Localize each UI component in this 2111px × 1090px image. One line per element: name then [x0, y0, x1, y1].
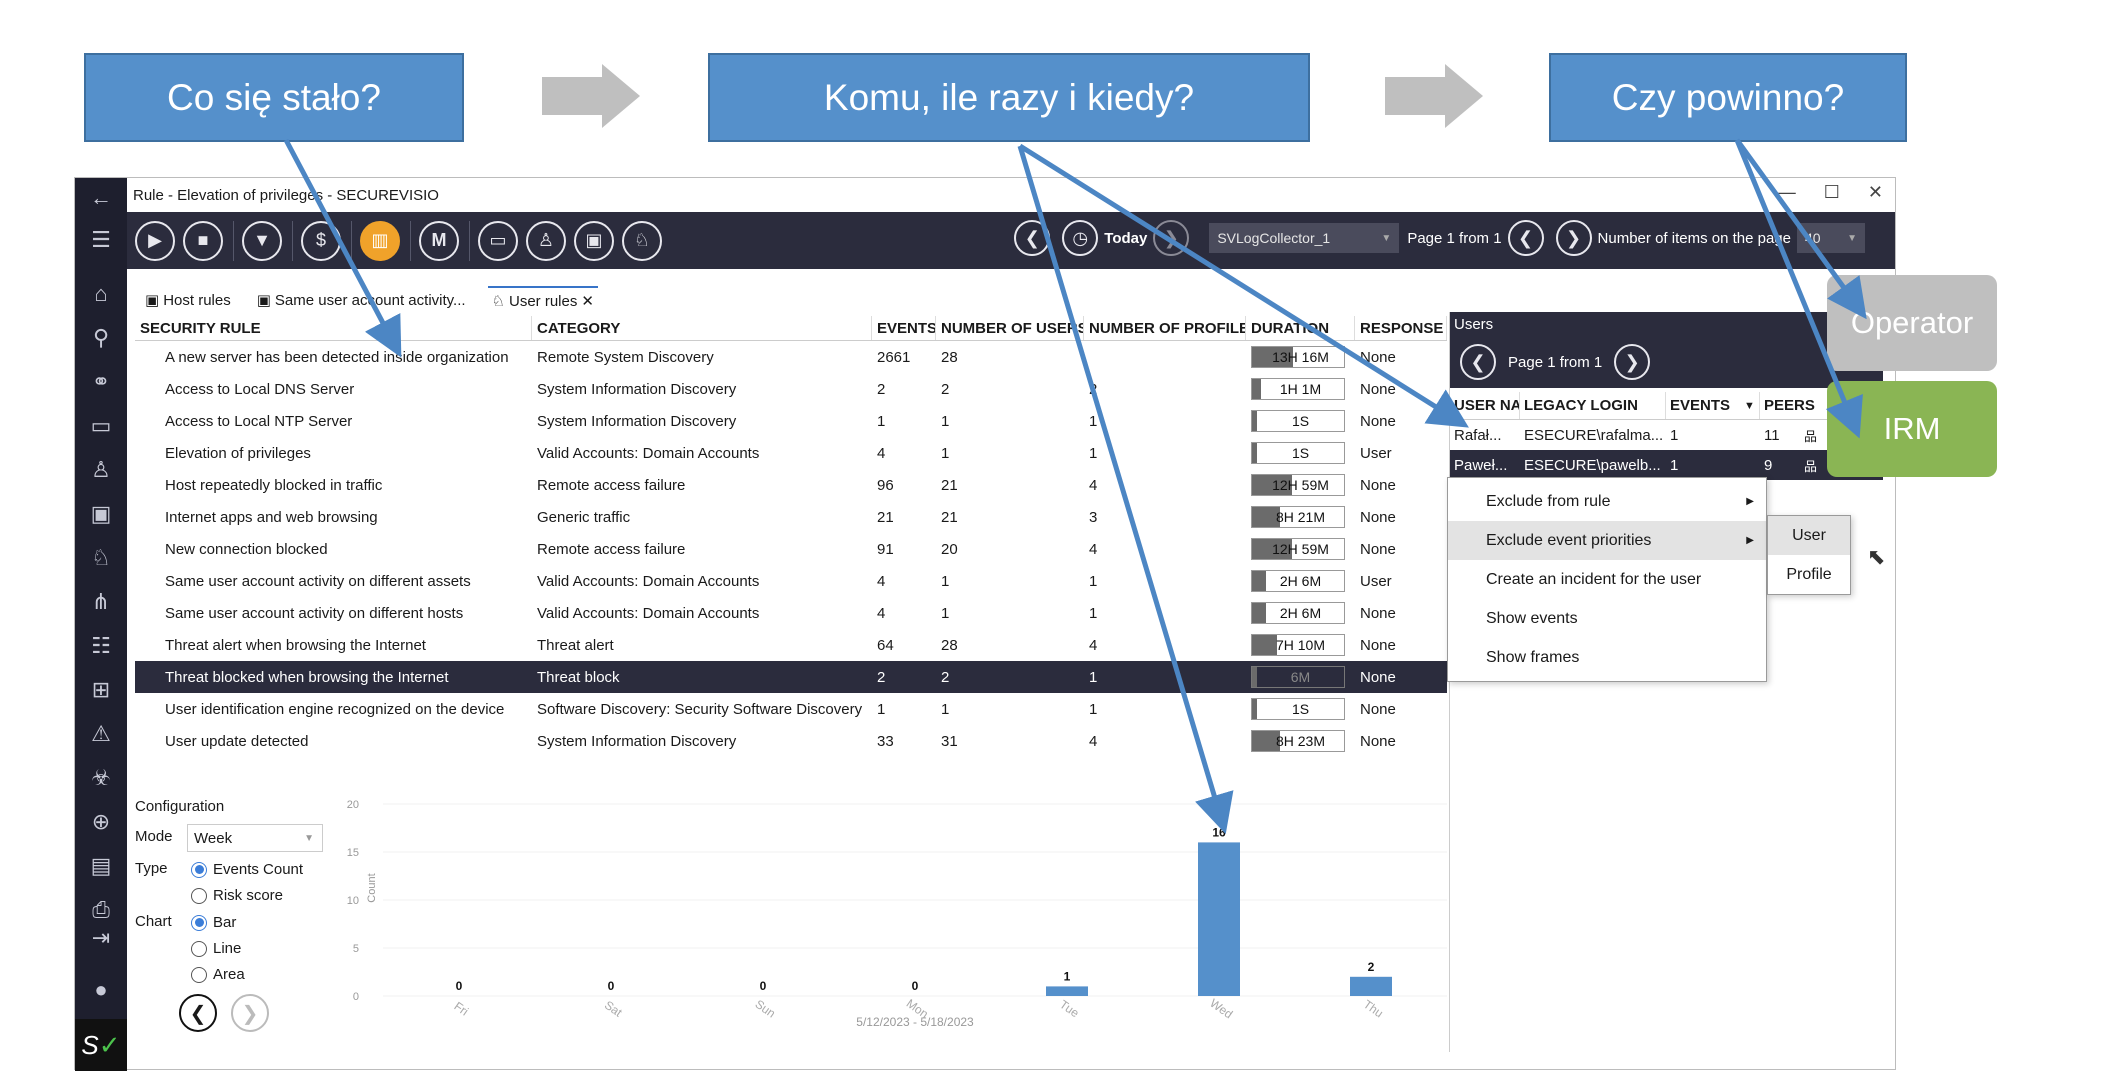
- user-login: ESECURE\rafalma...: [1524, 426, 1664, 444]
- items-per-page-select[interactable]: 40 ▼: [1797, 223, 1865, 253]
- operator-tag: Operator: [1827, 275, 1997, 371]
- context-menu: Exclude from rule ▶ Exclude event priorit…: [1447, 477, 1767, 682]
- x-tick-label: Sun: [753, 997, 779, 1021]
- menu-item-show-frames[interactable]: Show frames: [1448, 638, 1766, 677]
- y-tick-label: 5: [353, 943, 359, 955]
- users-next-page-button[interactable]: ❯: [1614, 344, 1651, 380]
- y-tick-label: 10: [347, 895, 359, 907]
- user-events: 1: [1670, 426, 1679, 444]
- next-page-button[interactable]: ❯: [1555, 220, 1592, 256]
- y-tick-label: 15: [347, 847, 359, 859]
- data-label: 2: [1368, 960, 1375, 974]
- users-previous-page-button[interactable]: ❮: [1460, 344, 1496, 380]
- users-pagination: ❮ Page 1 from 1 ❯: [1450, 336, 1883, 388]
- close-icon[interactable]: ✕: [1868, 182, 1883, 203]
- irm-tag: IRM: [1827, 381, 1997, 477]
- menu-item-exclude-event-priorities[interactable]: Exclude event priorities ▶: [1448, 521, 1766, 560]
- callout-what-happened: Co się stało?: [84, 53, 464, 142]
- user-row[interactable]: Rafał... ESECURE\rafalma... 1 11 品: [1450, 420, 1883, 450]
- chevron-right-icon: ▶: [1746, 535, 1754, 546]
- mouse-cursor-icon: ⬉: [1867, 544, 1886, 569]
- y-tick-label: 20: [347, 799, 359, 811]
- x-tick-label: Tue: [1057, 997, 1082, 1020]
- user-peers: 11: [1764, 426, 1780, 444]
- column-user-name[interactable]: USER NA: [1450, 392, 1520, 419]
- chevron-down-icon: ▼: [1847, 232, 1857, 244]
- items-per-page-label: Number of items on the page: [1597, 229, 1791, 247]
- column-legacy-login[interactable]: LEGACY LOGIN: [1520, 392, 1666, 419]
- user-events: 1: [1670, 456, 1679, 474]
- user-peers: 9: [1764, 456, 1773, 474]
- column-events[interactable]: EVENTS ▼: [1666, 392, 1760, 419]
- menu-item-create-incident[interactable]: Create an incident for the user: [1448, 560, 1766, 599]
- y-axis-label: Count: [366, 873, 378, 902]
- items-per-page-value: 40: [1805, 230, 1821, 246]
- x-tick-label: Sat: [602, 998, 625, 1020]
- data-label: 0: [456, 979, 463, 993]
- user-login: ESECURE\pawelb...: [1524, 456, 1661, 474]
- user-row[interactable]: Paweł... ESECURE\pawelb... 1 9 品: [1450, 450, 1883, 480]
- data-label: 0: [760, 979, 767, 993]
- users-panel: Users ❮ Page 1 from 1 ❯ USER NA LEGACY L…: [1449, 312, 1883, 1052]
- x-tick-label: Thu: [1361, 997, 1386, 1020]
- data-label: 16: [1212, 825, 1226, 839]
- data-label: 0: [608, 979, 615, 993]
- callout-who-how-many-when: Komu, ile razy i kiedy?: [708, 53, 1310, 142]
- user-name: Paweł...: [1454, 456, 1508, 474]
- bar: [1046, 986, 1088, 996]
- users-page-info: Page 1 from 1: [1508, 353, 1603, 371]
- menu-item-label: Create an incident for the user: [1486, 570, 1702, 588]
- x-tick-label: Wed: [1207, 996, 1235, 1022]
- events-chart: 05101520Count0Fri0Sat0Sun0Mon1Tue16Wed2T…: [347, 799, 1447, 1029]
- app-window: ← ☰ ⌂ ⚲ ⚭ ▭ ♙ ▣ ♘ ⋔ ☷ ⊞ ⚠ ☣ ⊕ ▤ ⎙ ⇥ ● S ✓…: [74, 177, 1896, 1071]
- users-table-body: Rafał... ESECURE\rafalma... 1 11 品 Paweł... ES…: [1450, 420, 1883, 480]
- minimize-icon[interactable]: —: [1778, 182, 1796, 203]
- peers-graph-icon[interactable]: 品: [1800, 456, 1817, 475]
- callout-should-it: Czy powinno?: [1549, 53, 1907, 142]
- peers-graph-icon[interactable]: 品: [1800, 426, 1817, 445]
- data-label: 1: [1064, 969, 1071, 983]
- date-range-label: 5/12/2023 - 5/18/2023: [856, 1015, 974, 1029]
- column-events-label: EVENTS: [1670, 397, 1731, 414]
- maximize-icon[interactable]: ☐: [1824, 182, 1840, 203]
- bar: [1198, 842, 1240, 996]
- sort-desc-icon: ▼: [1744, 399, 1755, 412]
- data-label: 0: [912, 979, 919, 993]
- chevron-right-icon: ▶: [1746, 496, 1754, 507]
- users-table-header: USER NA LEGACY LOGIN EVENTS ▼ PEERS: [1450, 392, 1883, 420]
- menu-item-show-events[interactable]: Show events: [1448, 599, 1766, 638]
- submenu-item-user[interactable]: User: [1768, 516, 1850, 555]
- submenu-event-priorities: User Profile: [1767, 515, 1851, 595]
- user-name: Rafał...: [1454, 426, 1502, 444]
- y-tick-label: 0: [353, 991, 359, 1003]
- menu-item-label: Exclude from rule: [1486, 492, 1611, 510]
- menu-item-label: Show frames: [1486, 648, 1580, 666]
- previous-page-button[interactable]: ❮: [1507, 220, 1544, 256]
- x-tick-label: Fri: [452, 999, 471, 1018]
- column-peers[interactable]: PEERS: [1760, 392, 1830, 419]
- menu-item-label: Exclude event priorities: [1486, 531, 1652, 549]
- submenu-item-profile[interactable]: Profile: [1768, 555, 1850, 594]
- users-title: Users: [1450, 312, 1883, 336]
- menu-item-label: Show events: [1486, 609, 1578, 627]
- menu-item-exclude-from-rule[interactable]: Exclude from rule ▶: [1448, 482, 1766, 521]
- bar: [1350, 976, 1392, 996]
